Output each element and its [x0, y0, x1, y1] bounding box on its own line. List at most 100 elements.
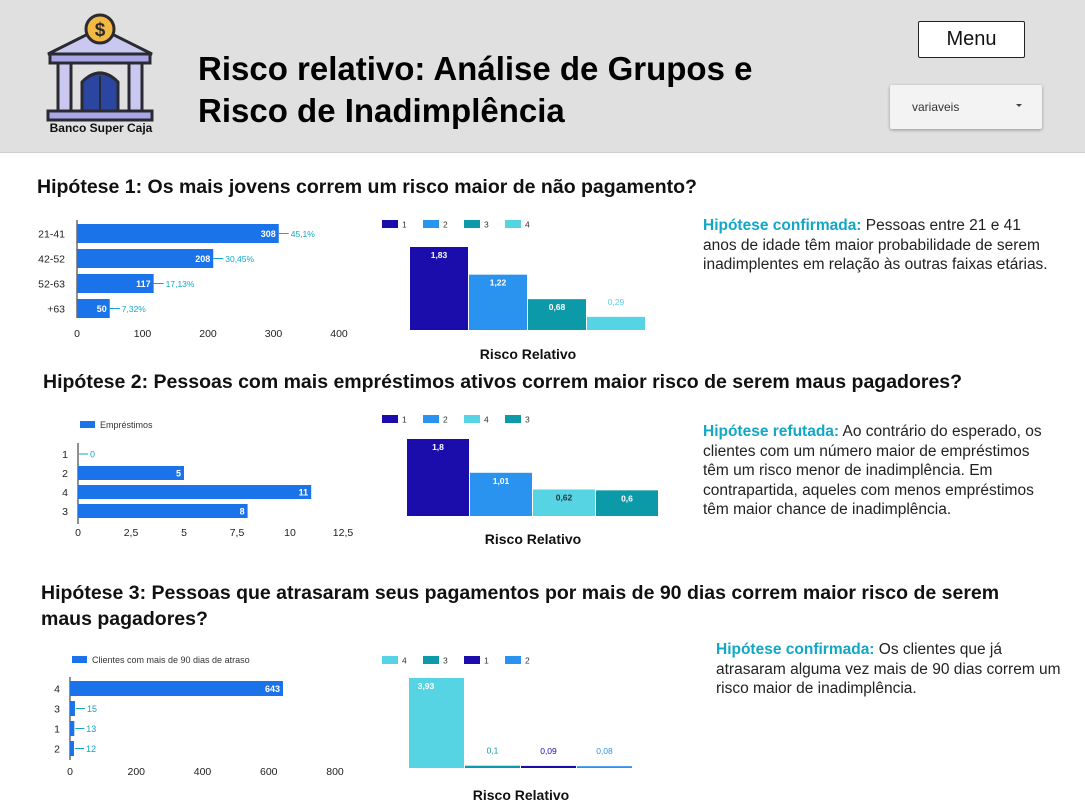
legend-swatch	[72, 656, 87, 663]
x-tick-label: 0	[75, 527, 81, 539]
x-axis-title: Risco Relativo	[480, 346, 576, 362]
annotation-label: 30,45%	[225, 254, 254, 264]
legend-swatch	[423, 656, 439, 664]
legend-label: Clientes com mais de 90 dias de atraso	[92, 655, 250, 665]
header-bar: $ Banco Super Caja Risco relativo: Análi…	[0, 0, 1085, 153]
legend-swatch	[464, 220, 480, 228]
legend-swatch	[382, 220, 398, 228]
legend-label: 4	[525, 220, 530, 230]
hypothesis-1-conclusion: Hipótese confirmada: Pessoas entre 21 e …	[703, 216, 1053, 275]
legend-label: 1	[402, 220, 407, 230]
legend-label: 1	[484, 656, 489, 666]
hypothesis-1-title: Hipótese 1: Os mais jovens correm um ris…	[37, 176, 697, 198]
conclusion-label: Hipótese confirmada:	[703, 217, 862, 234]
hypothesis-2-title: Hipótese 2: Pessoas com mais empréstimos…	[43, 371, 963, 393]
conclusion-label: Hipótese confirmada:	[716, 641, 875, 658]
category-label: 1	[62, 449, 68, 461]
bar	[587, 316, 645, 330]
x-tick-label: 400	[330, 328, 348, 340]
legend-label: 4	[402, 656, 407, 666]
legend-label: 1	[402, 415, 407, 425]
value-label: 0,09	[540, 746, 557, 756]
annotation-label: 7,32%	[122, 304, 147, 314]
variables-dropdown[interactable]: variaveis	[890, 85, 1042, 129]
hypothesis-2-conclusion: Hipótese refutada: Ao contrário do esper…	[703, 422, 1053, 520]
svg-text:$: $	[95, 20, 106, 41]
value-label: 0,68	[549, 302, 566, 312]
value-label: 0,62	[556, 492, 573, 502]
bank-name: Banco Super Caja	[49, 121, 153, 135]
category-label: 1	[54, 724, 60, 736]
x-tick-label: 200	[127, 766, 145, 778]
value-label: 15	[87, 704, 97, 714]
value-label: 0	[90, 450, 95, 460]
menu-button[interactable]: Menu	[918, 21, 1025, 58]
category-label: 3	[62, 506, 68, 518]
value-label: 3,93	[418, 681, 435, 691]
value-label: 0,29	[608, 297, 625, 307]
legend-label: 2	[525, 656, 530, 666]
value-label: 1,01	[493, 476, 510, 486]
x-tick-label: 2,5	[124, 527, 139, 539]
legend-swatch	[464, 656, 480, 664]
legend-label: Empréstimos	[100, 420, 153, 430]
value-label: 5	[176, 469, 181, 479]
x-tick-label: 200	[199, 328, 217, 340]
legend-swatch	[505, 415, 521, 423]
bar	[77, 249, 214, 268]
x-tick-label: 10	[284, 527, 296, 539]
value-label: 50	[97, 304, 107, 314]
bar	[70, 701, 75, 716]
conclusion-label: Hipótese refutada:	[703, 423, 840, 440]
dropdown-arrow-icon	[1016, 104, 1022, 107]
loans-bar-chart: Empréstimos1 02 54 113 80 2,5 5 7,5 10 12,5	[62, 420, 354, 539]
legend-label: 3	[525, 415, 530, 425]
legend-label: 3	[484, 220, 489, 230]
category-label: 2	[62, 468, 68, 480]
x-tick-label: 400	[194, 766, 212, 778]
category-label: 2	[54, 744, 60, 756]
x-tick-label: 5	[181, 527, 187, 539]
legend-swatch	[505, 220, 521, 228]
category-label: 21-41	[38, 229, 65, 241]
x-tick-label: 0	[74, 328, 80, 340]
value-label: 208	[195, 254, 210, 264]
dropdown-label: variaveis	[912, 100, 960, 114]
bar	[77, 224, 279, 243]
category-label: 4	[62, 487, 68, 499]
bar	[465, 765, 520, 768]
legend-swatch	[505, 656, 521, 664]
bar	[409, 678, 464, 768]
value-label: 0,6	[621, 493, 633, 503]
x-tick-label: 600	[260, 766, 278, 778]
bar	[70, 681, 283, 696]
value-label: 13	[86, 724, 96, 734]
bar	[78, 466, 184, 480]
category-label: 3	[54, 704, 60, 716]
x-tick-label: 100	[134, 328, 152, 340]
legend-label: 2	[443, 415, 448, 425]
legend-swatch	[423, 415, 439, 423]
annotation-label: 45,1%	[291, 229, 316, 239]
legend-swatch	[464, 415, 480, 423]
value-label: 11	[299, 488, 309, 498]
x-tick-label: 800	[326, 766, 344, 778]
legend-swatch	[423, 220, 439, 228]
hypothesis-3-title: Hipótese 3: Pessoas que atrasaram seus p…	[41, 582, 1000, 630]
hypothesis-3-conclusion: Hipótese confirmada: Os clientes que já …	[716, 640, 1061, 699]
x-tick-label: 7,5	[230, 527, 245, 539]
bar	[521, 765, 576, 768]
value-label: 8	[240, 507, 245, 517]
value-label: 12	[86, 744, 96, 754]
value-label: 1,8	[432, 442, 444, 452]
value-label: 643	[265, 684, 280, 694]
late-payment-bar-chart: Clientes com mais de 90 dias de atraso 4 6…	[54, 655, 344, 778]
legend-swatch	[80, 421, 95, 428]
legend-swatch	[382, 656, 398, 664]
annotation-label: 17,13%	[166, 279, 195, 289]
value-label: 1,22	[490, 278, 507, 288]
age-group-bar-chart: 21-41 308 45,1% 42-52 208 30,45% 52-63 117 17,13…	[38, 220, 348, 340]
category-label: 42-52	[38, 254, 65, 266]
x-tick-label: 12,5	[333, 527, 354, 539]
legend-label: 4	[484, 415, 489, 425]
